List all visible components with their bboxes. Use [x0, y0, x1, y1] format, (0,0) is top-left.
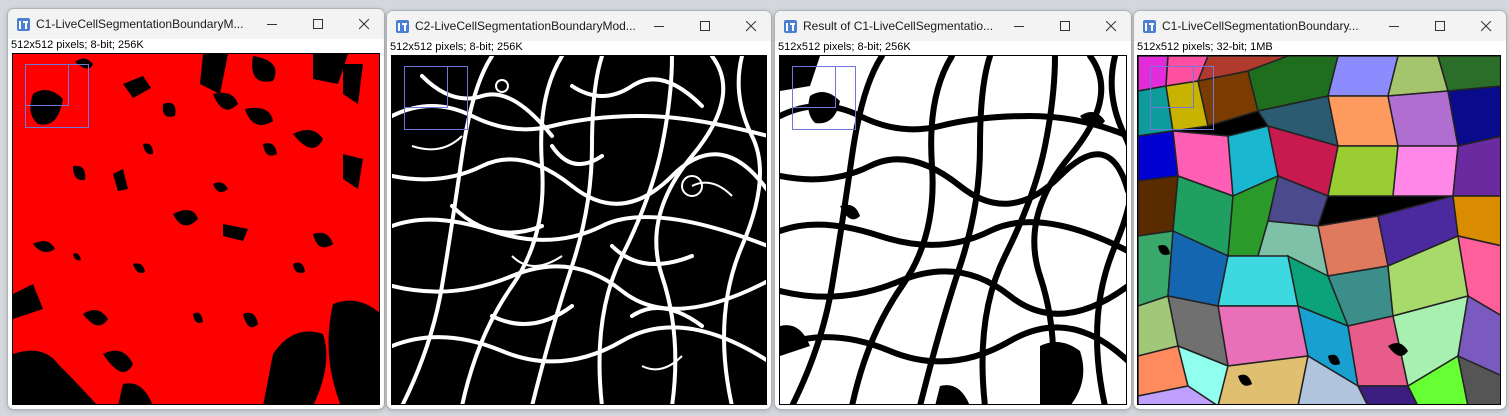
image-canvas[interactable]: [779, 55, 1127, 405]
imagej-window-icon: [396, 20, 409, 33]
minimize-button[interactable]: [639, 13, 679, 39]
minimize-button[interactable]: [1374, 13, 1414, 39]
image-canvas[interactable]: [391, 55, 767, 405]
imagej-window-icon: [17, 18, 30, 31]
minimize-icon: [267, 24, 277, 25]
image-canvas[interactable]: [12, 53, 380, 405]
close-button[interactable]: [731, 13, 771, 39]
image-info: 512x512 pixels; 32-bit; 1MB: [1137, 41, 1273, 53]
maximize-icon: [1435, 21, 1445, 31]
image-info-bar: 512x512 pixels; 32-bit; 1MB: [1134, 41, 1506, 55]
image-info: 512x512 pixels; 8-bit; 256K: [778, 41, 911, 53]
close-icon: [359, 19, 370, 30]
image-info: 512x512 pixels; 8-bit; 256K: [11, 39, 144, 51]
minimize-icon: [1389, 26, 1399, 27]
image-window-result-binary[interactable]: Result of C1-LiveCellSegmentatio... 512x…: [774, 10, 1132, 410]
minimize-button[interactable]: [252, 11, 292, 37]
maximize-button[interactable]: [1045, 13, 1085, 39]
image-info-bar: 512x512 pixels; 8-bit; 256K: [775, 41, 1131, 55]
window-title: Result of C1-LiveCellSegmentatio...: [803, 19, 994, 33]
image-info: 512x512 pixels; 8-bit; 256K: [390, 41, 523, 53]
close-icon: [1106, 21, 1117, 32]
image-window-c2-boundary[interactable]: C2-LiveCellSegmentationBoundaryMod... 51…: [386, 10, 772, 410]
close-icon: [746, 21, 757, 32]
image-window-c1-mask[interactable]: C1-LiveCellSegmentationBoundaryM... 512x…: [7, 8, 385, 410]
minimize-icon: [654, 26, 664, 27]
maximize-button[interactable]: [1420, 13, 1460, 39]
image-window-labels[interactable]: C1-LiveCellSegmentationBoundary... 512x5…: [1133, 10, 1507, 410]
maximize-icon: [1060, 21, 1070, 31]
minimize-icon: [1014, 26, 1024, 27]
mask-image: [13, 54, 379, 404]
title-bar[interactable]: Result of C1-LiveCellSegmentatio...: [775, 11, 1131, 41]
close-button[interactable]: [344, 11, 384, 37]
window-title: C2-LiveCellSegmentationBoundaryMod...: [415, 19, 636, 33]
title-bar[interactable]: C1-LiveCellSegmentationBoundaryM...: [8, 9, 384, 39]
title-bar[interactable]: C2-LiveCellSegmentationBoundaryMod...: [387, 11, 771, 41]
image-info-bar: 512x512 pixels; 8-bit; 256K: [8, 39, 384, 53]
close-icon: [1481, 21, 1492, 32]
maximize-icon: [313, 19, 323, 29]
close-button[interactable]: [1466, 13, 1506, 39]
imagej-window-icon: [1143, 20, 1156, 33]
imagej-window-icon: [784, 20, 797, 33]
minimize-button[interactable]: [999, 13, 1039, 39]
boundary-image: [392, 56, 766, 404]
window-title: C1-LiveCellSegmentationBoundaryM...: [36, 17, 244, 31]
title-bar[interactable]: C1-LiveCellSegmentationBoundary...: [1134, 11, 1506, 41]
close-button[interactable]: [1091, 13, 1131, 39]
window-title: C1-LiveCellSegmentationBoundary...: [1162, 19, 1359, 33]
maximize-button[interactable]: [298, 11, 338, 37]
maximize-icon: [700, 21, 710, 31]
labels-image: [1138, 56, 1500, 404]
binary-image: [780, 56, 1126, 404]
maximize-button[interactable]: [685, 13, 725, 39]
image-canvas[interactable]: [1137, 55, 1501, 405]
image-info-bar: 512x512 pixels; 8-bit; 256K: [387, 41, 771, 55]
